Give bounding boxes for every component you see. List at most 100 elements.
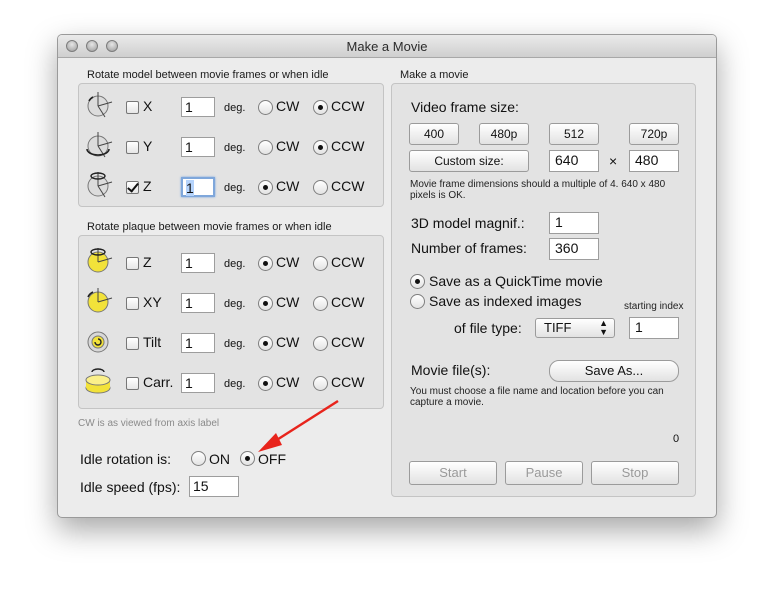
movie-files-label: Movie file(s): <box>411 362 491 378</box>
magnif-input[interactable]: 1 <box>549 212 599 234</box>
deg-label: deg. <box>224 142 246 154</box>
plaque-z-icon <box>87 248 113 273</box>
plaque-xy-cw-radio[interactable] <box>258 296 273 311</box>
cw-label: CW <box>276 254 300 270</box>
plaque-row-xy: XY 1 deg. CW CCW <box>79 288 383 317</box>
model-y-checkbox[interactable] <box>126 141 139 154</box>
starting-index-input[interactable]: 1 <box>629 317 679 339</box>
model-y-deg-input[interactable]: 1 <box>181 137 215 157</box>
plaque-xy-checkbox[interactable] <box>126 297 139 310</box>
plaque-tilt-ccw-radio[interactable] <box>313 336 328 351</box>
custom-size-button[interactable]: Custom size: <box>409 150 529 172</box>
rotate-model-group: X 1 deg. CW CCW Y 1 deg. CW CCW Z 1 deg.… <box>78 83 384 207</box>
cw-label: CW <box>276 178 300 194</box>
file-type-select[interactable]: TIFF ▲ ▼ <box>535 318 615 338</box>
model-z-deg-input[interactable]: 1 <box>181 177 215 197</box>
plaque-carr-deg-input[interactable]: 1 <box>181 373 215 393</box>
annotation-arrow-icon <box>258 399 339 452</box>
model-row-x: X 1 deg. CW CCW <box>79 92 383 121</box>
plaque-tilt-checkbox[interactable] <box>126 337 139 350</box>
plaque-carr-ccw-radio[interactable] <box>313 376 328 391</box>
custom-width-input[interactable]: 640 <box>549 150 599 172</box>
dimension-note-line1: Movie frame dimensions should a multiple… <box>410 179 666 190</box>
magnif-label: 3D model magnif.: <box>411 215 525 231</box>
plaque-xy-icon <box>87 288 113 313</box>
save-images-label: Save as indexed images <box>429 293 582 309</box>
model-x-checkbox[interactable] <box>126 101 139 114</box>
plaque-tilt-deg-input[interactable]: 1 <box>181 333 215 353</box>
ccw-label: CCW <box>331 254 365 270</box>
title-bar[interactable]: Make a Movie <box>58 35 716 58</box>
must-choose-note-line1: You must choose a file name and location… <box>410 386 664 397</box>
deg-label: deg. <box>224 378 246 390</box>
plaque-z-deg-input[interactable]: 1 <box>181 253 215 273</box>
plaque-xy-ccw-radio[interactable] <box>313 296 328 311</box>
plaque-carr-checkbox[interactable] <box>126 377 139 390</box>
ccw-label: CCW <box>331 294 365 310</box>
pause-button[interactable]: Pause <box>505 461 583 485</box>
deg-label: deg. <box>224 298 246 310</box>
frames-input[interactable]: 360 <box>549 238 599 260</box>
custom-height-input[interactable]: 480 <box>629 150 679 172</box>
idle-speed-label: Idle speed (fps): <box>80 479 181 495</box>
plaque-tilt-cw-radio[interactable] <box>258 336 273 351</box>
save-quicktime-label: Save as a QuickTime movie <box>429 273 603 289</box>
cw-label: CW <box>276 334 300 350</box>
deg-label: deg. <box>224 258 246 270</box>
model-z-checkbox[interactable] <box>126 181 139 194</box>
stop-button[interactable]: Stop <box>591 461 679 485</box>
window-title: Make a Movie <box>346 39 428 54</box>
rotate-axis-y-icon <box>86 132 113 158</box>
rotate-axis-z-icon <box>87 172 113 198</box>
plaque-z-ccw-radio[interactable] <box>313 256 328 271</box>
model-x-deg-input[interactable]: 1 <box>181 97 215 117</box>
rotate-axis-x-icon <box>87 92 113 118</box>
make-movie-group: Video frame size: 400 480p 512 720p Cust… <box>391 83 696 497</box>
rotate-plaque-group: Z 1 deg. CW CCW XY 1 deg. CW CCW Tilt 1 … <box>78 235 384 409</box>
plaque-xy-deg-input[interactable]: 1 <box>181 293 215 313</box>
size-480p-button[interactable]: 480p <box>479 123 529 145</box>
size-400-button[interactable]: 400 <box>409 123 459 145</box>
size-720p-button[interactable]: 720p <box>629 123 679 145</box>
cw-label: CW <box>276 294 300 310</box>
plaque-row-tilt: Tilt 1 deg. CW CCW <box>79 331 383 357</box>
cw-note: CW is as viewed from axis label <box>78 418 220 429</box>
save-images-radio[interactable] <box>410 294 425 309</box>
plaque-tilt-label: Tilt <box>143 334 162 350</box>
deg-label: deg. <box>224 182 246 194</box>
ccw-label: CCW <box>331 98 365 114</box>
model-z-label: Z <box>143 178 152 194</box>
dimension-note-line2: pixels is OK. <box>410 190 466 201</box>
plaque-z-checkbox[interactable] <box>126 257 139 270</box>
plaque-carr-cw-radio[interactable] <box>258 376 273 391</box>
make-a-movie-window: Make a Movie Rotate model between movie … <box>57 34 717 518</box>
cw-label: CW <box>276 374 300 390</box>
frame-counter: 0 <box>673 433 680 445</box>
model-row-y: Y 1 deg. CW CCW <box>79 132 383 161</box>
cw-label: CW <box>276 138 300 154</box>
video-frame-size-label: Video frame size: <box>411 99 519 115</box>
model-y-ccw-radio[interactable] <box>313 140 328 155</box>
frames-label: Number of frames: <box>411 240 527 256</box>
deg-label: deg. <box>224 102 246 114</box>
size-512-button[interactable]: 512 <box>549 123 599 145</box>
save-quicktime-radio[interactable] <box>410 274 425 289</box>
save-as-button[interactable]: Save As... <box>549 360 679 382</box>
start-button[interactable]: Start <box>409 461 497 485</box>
plaque-row-carr: Carr. 1 deg. CW CCW <box>79 368 383 397</box>
idle-rotation-label: Idle rotation is: <box>80 451 172 467</box>
idle-on-radio[interactable] <box>191 451 206 466</box>
model-x-ccw-radio[interactable] <box>313 100 328 115</box>
cw-label: CW <box>276 98 300 114</box>
plaque-z-cw-radio[interactable] <box>258 256 273 271</box>
model-z-cw-radio[interactable] <box>258 180 273 195</box>
model-z-deg-value: 1 <box>186 180 194 196</box>
ccw-label: CCW <box>331 334 365 350</box>
idle-speed-input[interactable]: 15 <box>189 476 239 497</box>
model-row-z: Z 1 deg. CW CCW <box>79 172 383 201</box>
model-y-cw-radio[interactable] <box>258 140 273 155</box>
model-x-cw-radio[interactable] <box>258 100 273 115</box>
model-z-ccw-radio[interactable] <box>313 180 328 195</box>
must-choose-note-line2: capture a movie. <box>410 397 484 408</box>
ccw-label: CCW <box>331 138 365 154</box>
